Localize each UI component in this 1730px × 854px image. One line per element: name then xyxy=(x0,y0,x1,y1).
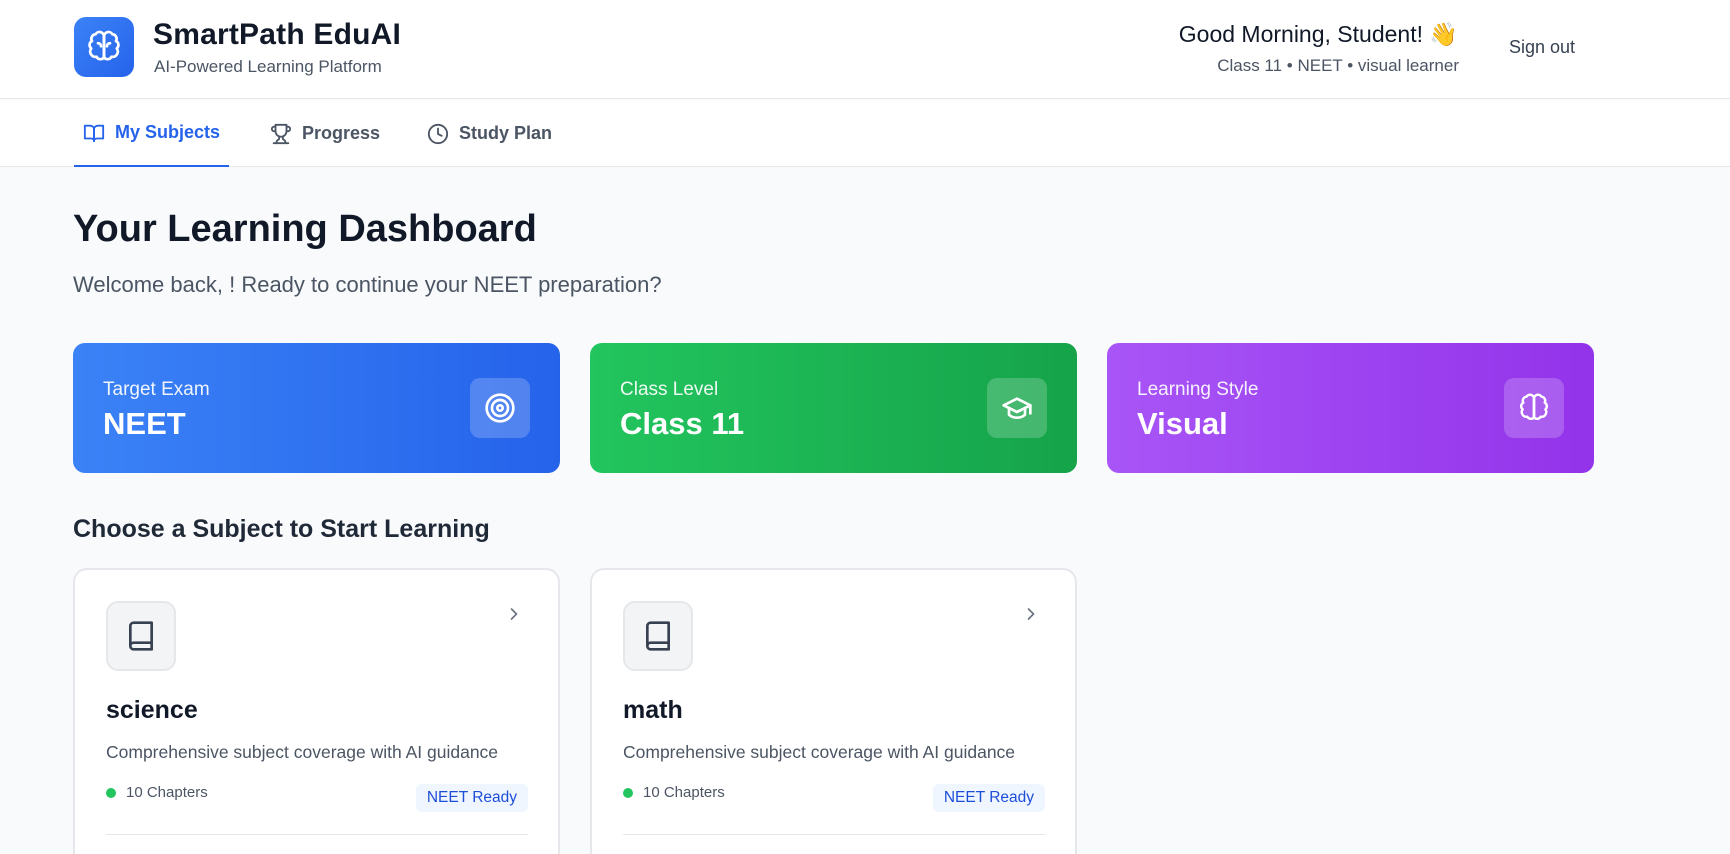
status-dot xyxy=(106,787,116,798)
subject-name: math xyxy=(623,696,683,724)
divider xyxy=(623,834,1045,835)
chapter-count-label: 10 Chapters xyxy=(643,784,725,801)
chevron-right-icon[interactable] xyxy=(1021,604,1041,629)
tab-progress[interactable]: Progress xyxy=(270,100,380,167)
stat-value: Visual xyxy=(1137,406,1228,441)
user-meta: Class 11 • NEET • visual learner xyxy=(1217,56,1459,75)
divider xyxy=(106,834,528,835)
subject-description: Comprehensive subject coverage with AI g… xyxy=(623,742,1016,762)
graduation-cap-icon xyxy=(987,378,1047,438)
stat-value: Class 11 xyxy=(620,406,745,441)
section-title: Choose a Subject to Start Learning xyxy=(73,515,490,543)
stat-label: Learning Style xyxy=(1137,379,1259,400)
book-icon xyxy=(623,601,693,671)
status-badge: NEET Ready xyxy=(415,784,528,812)
book-icon xyxy=(106,601,176,671)
brain-icon xyxy=(74,17,134,77)
app-header: SmartPath EduAI AI-Powered Learning Plat… xyxy=(0,0,1730,99)
chapter-count: 10 Chapters xyxy=(106,784,208,801)
stat-label: Class Level xyxy=(620,379,719,400)
tab-label: My Subjects xyxy=(115,122,221,142)
page-title: Your Learning Dashboard xyxy=(73,208,537,250)
brain-icon xyxy=(1504,378,1564,438)
trophy-icon xyxy=(270,123,292,144)
app-title: SmartPath EduAI xyxy=(153,18,402,51)
status-badge: NEET Ready xyxy=(932,784,1045,812)
tab-label: Study Plan xyxy=(459,123,553,143)
target-icon xyxy=(470,378,530,438)
chevron-right-icon[interactable] xyxy=(504,604,524,629)
tab-study-plan[interactable]: Study Plan xyxy=(427,100,552,167)
book-open-icon xyxy=(83,124,105,142)
status-dot xyxy=(623,787,633,798)
subject-name: science xyxy=(106,696,198,724)
tab-my-subjects[interactable]: My Subjects xyxy=(74,100,230,167)
stat-card-learning-style: Learning Style Visual xyxy=(1107,343,1594,473)
subject-card-science[interactable]: science Comprehensive subject coverage w… xyxy=(73,568,560,854)
stat-card-target-exam: Target Exam NEET xyxy=(73,343,560,473)
chapter-count: 10 Chapters xyxy=(623,784,725,801)
subject-description: Comprehensive subject coverage with AI g… xyxy=(106,742,499,762)
tab-label: Progress xyxy=(302,123,381,143)
subject-card-math[interactable]: math Comprehensive subject coverage with… xyxy=(590,568,1077,854)
stat-card-class-level: Class Level Class 11 xyxy=(590,343,1077,473)
page-subtitle: Welcome back, ! Ready to continue your N… xyxy=(73,272,662,297)
nav-tabs: My Subjects Progress Study Plan xyxy=(0,100,1730,167)
app-subtitle: AI-Powered Learning Platform xyxy=(154,57,382,76)
clock-icon xyxy=(427,123,449,144)
sign-out-button[interactable]: Sign out xyxy=(1509,37,1575,58)
greeting-text: Good Morning, Student! 👋 xyxy=(1178,21,1458,47)
stat-label: Target Exam xyxy=(103,379,210,400)
stat-value: NEET xyxy=(103,406,186,441)
chapter-count-label: 10 Chapters xyxy=(126,784,208,801)
